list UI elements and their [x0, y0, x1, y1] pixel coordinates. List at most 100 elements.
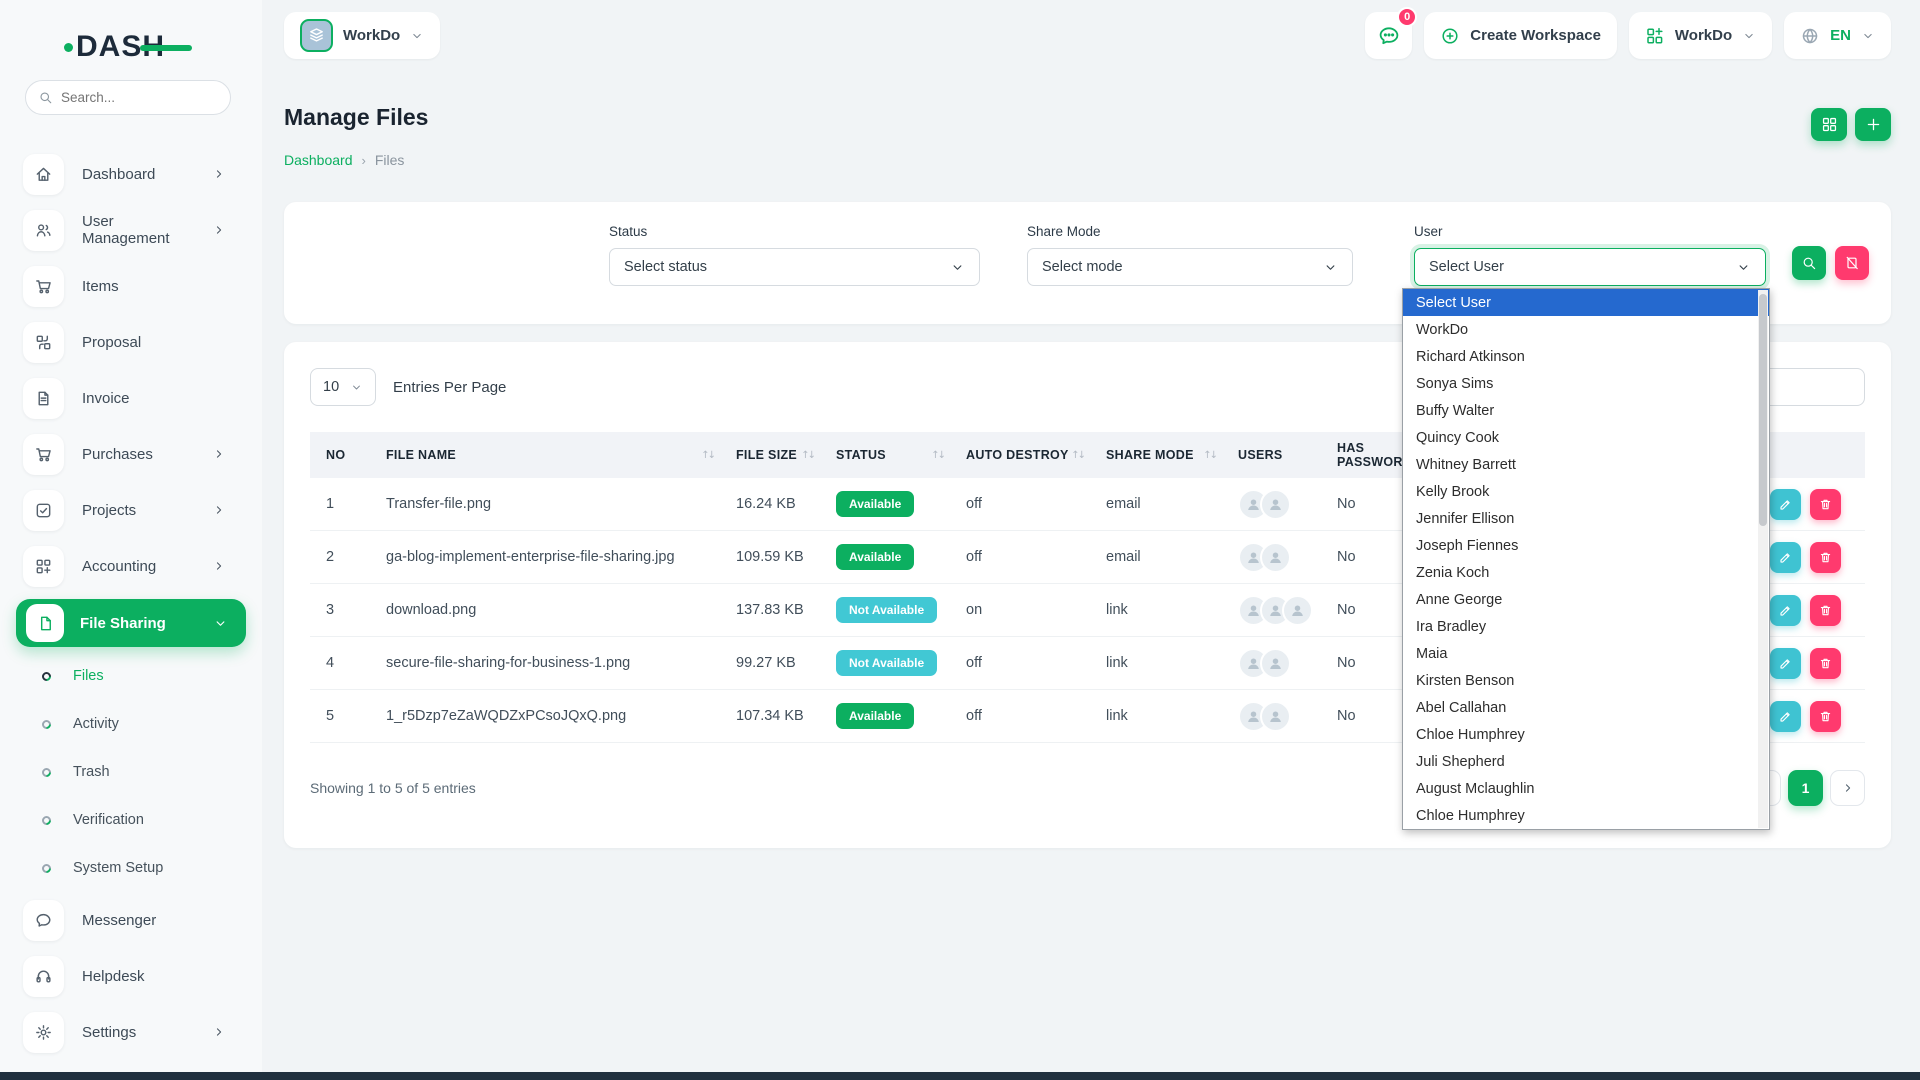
sidebar-item-label: Proposal: [82, 334, 141, 351]
logo-accent-letter: H: [142, 30, 164, 64]
entries-per-page-select[interactable]: 10: [310, 368, 376, 406]
add-file-button[interactable]: [1855, 108, 1891, 141]
sidebar-item-messenger[interactable]: Messenger: [0, 892, 262, 948]
status-filter-select[interactable]: Select status: [609, 248, 980, 286]
dropdown-option-kelly-brook[interactable]: Kelly Brook: [1403, 478, 1769, 505]
dropdown-option-chloe-humphrey[interactable]: Chloe Humphrey: [1403, 721, 1769, 748]
cell-auto-destroy: off: [966, 549, 1106, 565]
delete-file-button[interactable]: [1810, 701, 1841, 732]
dropdown-option-buffy-walter[interactable]: Buffy Walter: [1403, 397, 1769, 424]
delete-file-button[interactable]: [1810, 489, 1841, 520]
sidebar-item-accounting[interactable]: Accounting: [0, 538, 262, 594]
account-menu[interactable]: WorkDo: [1629, 12, 1772, 59]
column-header-file-size[interactable]: FILE SIZE↑↓: [736, 448, 836, 462]
dropdown-option-maia[interactable]: Maia: [1403, 640, 1769, 667]
dropdown-option-kirsten-benson[interactable]: Kirsten Benson: [1403, 667, 1769, 694]
cell-file-name: Transfer-file.png: [386, 496, 736, 512]
cell-no: 4: [326, 655, 386, 671]
sort-arrows-icon[interactable]: ↑↓: [1071, 450, 1084, 461]
status-badge: Available: [836, 491, 914, 517]
sidebar-item-items[interactable]: Items: [0, 258, 262, 314]
cell-status: Not Available: [836, 650, 966, 676]
sidebar-subitem-label: Files: [73, 668, 104, 684]
sidebar-subitem-system-setup[interactable]: System Setup: [0, 844, 262, 892]
status-badge: Available: [836, 544, 914, 570]
sidebar-item-file-sharing[interactable]: File Sharing: [16, 599, 246, 647]
edit-file-button[interactable]: [1770, 648, 1801, 679]
dropdown-option-sonya-sims[interactable]: Sonya Sims: [1403, 370, 1769, 397]
cell-users: [1238, 595, 1337, 626]
column-header-share-mode[interactable]: SHARE MODE↑↓: [1106, 448, 1238, 462]
dropdown-option-ira-bradley[interactable]: Ira Bradley: [1403, 613, 1769, 640]
workspace-switcher[interactable]: WorkDo: [284, 12, 440, 59]
dropdown-option-abel-callahan[interactable]: Abel Callahan: [1403, 694, 1769, 721]
messenger-icon: [23, 900, 64, 941]
column-header-file-name[interactable]: FILE NAME↑↓: [386, 448, 736, 462]
dropdown-option-select-user[interactable]: Select User: [1403, 289, 1769, 316]
dropdown-option-workdo[interactable]: WorkDo: [1403, 316, 1769, 343]
next-page-button[interactable]: [1830, 770, 1865, 806]
sidebar-item-user-management[interactable]: User Management: [0, 202, 262, 258]
edit-file-button[interactable]: [1770, 542, 1801, 573]
dropdown-option-juli-shepherd[interactable]: Juli Shepherd: [1403, 748, 1769, 775]
grid-view-button[interactable]: [1811, 108, 1847, 141]
sidebar-item-proposal[interactable]: Proposal: [0, 314, 262, 370]
dropdown-option-jennifer-ellison[interactable]: Jennifer Ellison: [1403, 505, 1769, 532]
dropdown-option-quincy-cook[interactable]: Quincy Cook: [1403, 424, 1769, 451]
dropdown-scrollbar[interactable]: [1758, 290, 1768, 828]
column-header-status[interactable]: STATUS↑↓: [836, 448, 966, 462]
cell-no: 5: [326, 708, 386, 724]
edit-file-button[interactable]: [1770, 701, 1801, 732]
sidebar-item-invoice[interactable]: Invoice: [0, 370, 262, 426]
language-menu[interactable]: EN: [1784, 12, 1891, 59]
sort-arrows-icon[interactable]: ↑↓: [701, 450, 714, 461]
apply-filter-button[interactable]: [1792, 246, 1826, 280]
create-workspace-button[interactable]: Create Workspace: [1424, 12, 1617, 59]
brand-logo[interactable]: DAS H: [64, 30, 164, 64]
edit-file-button[interactable]: [1770, 595, 1801, 626]
dropdown-scrollbar-thumb[interactable]: [1759, 294, 1767, 526]
reset-filter-button[interactable]: [1835, 246, 1869, 280]
dropdown-option-anne-george[interactable]: Anne George: [1403, 586, 1769, 613]
delete-file-button[interactable]: [1810, 595, 1841, 626]
sidebar-menu: DashboardUser ManagementItems Proposal Inv…: [0, 146, 262, 1060]
dropdown-option-zenia-koch[interactable]: Zenia Koch: [1403, 559, 1769, 586]
dropdown-option-august-mclaughlin[interactable]: August Mclaughlin: [1403, 775, 1769, 802]
chevron-down-icon: [1861, 29, 1875, 43]
delete-file-button[interactable]: [1810, 648, 1841, 679]
dropdown-option-joseph-fiennes[interactable]: Joseph Fiennes: [1403, 532, 1769, 559]
chevron-right-icon: [212, 559, 226, 573]
chevron-down-icon: [410, 29, 424, 43]
sidebar-item-purchases[interactable]: Purchases: [0, 426, 262, 482]
sidebar-subitem-label: System Setup: [73, 860, 163, 876]
sidebar-item-dashboard[interactable]: Dashboard: [0, 146, 262, 202]
column-header-auto-destroy[interactable]: AUTO DESTROY↑↓: [966, 448, 1106, 462]
share-mode-filter-select[interactable]: Select mode: [1027, 248, 1353, 286]
dropdown-option-richard-atkinson[interactable]: Richard Atkinson: [1403, 343, 1769, 370]
dropdown-option-whitney-barrett[interactable]: Whitney Barrett: [1403, 451, 1769, 478]
sort-arrows-icon[interactable]: ↑↓: [1203, 450, 1216, 461]
sidebar-item-settings[interactable]: Settings: [0, 1004, 262, 1060]
sidebar-subitem-verification[interactable]: Verification: [0, 796, 262, 844]
user-filter-select[interactable]: Select User: [1414, 248, 1766, 286]
sidebar-subitem-activity[interactable]: Activity: [0, 700, 262, 748]
sidebar-item-helpdesk[interactable]: Helpdesk: [0, 948, 262, 1004]
sort-arrows-icon[interactable]: ↑↓: [931, 450, 944, 461]
chevron-right-icon: [212, 447, 226, 461]
delete-file-button[interactable]: [1810, 542, 1841, 573]
cell-file-name: 1_r5Dzp7eZaWQDZxPCsoJQxQ.png: [386, 708, 736, 724]
chevron-right-icon: [212, 503, 226, 517]
sidebar-search-input[interactable]: [61, 90, 218, 105]
sort-arrows-icon[interactable]: ↑↓: [801, 450, 814, 461]
cell-share-mode: email: [1106, 496, 1238, 512]
sidebar-subitem-files[interactable]: Files: [0, 652, 262, 700]
dropdown-option-chloe-humphrey[interactable]: Chloe Humphrey: [1403, 802, 1769, 829]
edit-file-button[interactable]: [1770, 489, 1801, 520]
page-1-button[interactable]: 1: [1788, 770, 1823, 806]
bottom-dark-bar: [0, 1072, 1920, 1080]
messages-button[interactable]: 0: [1365, 12, 1412, 59]
sidebar-subitem-trash[interactable]: Trash: [0, 748, 262, 796]
sidebar-subitem-label: Activity: [73, 716, 119, 732]
sidebar-item-projects[interactable]: Projects: [0, 482, 262, 538]
breadcrumb-dashboard-link[interactable]: Dashboard: [284, 152, 353, 168]
